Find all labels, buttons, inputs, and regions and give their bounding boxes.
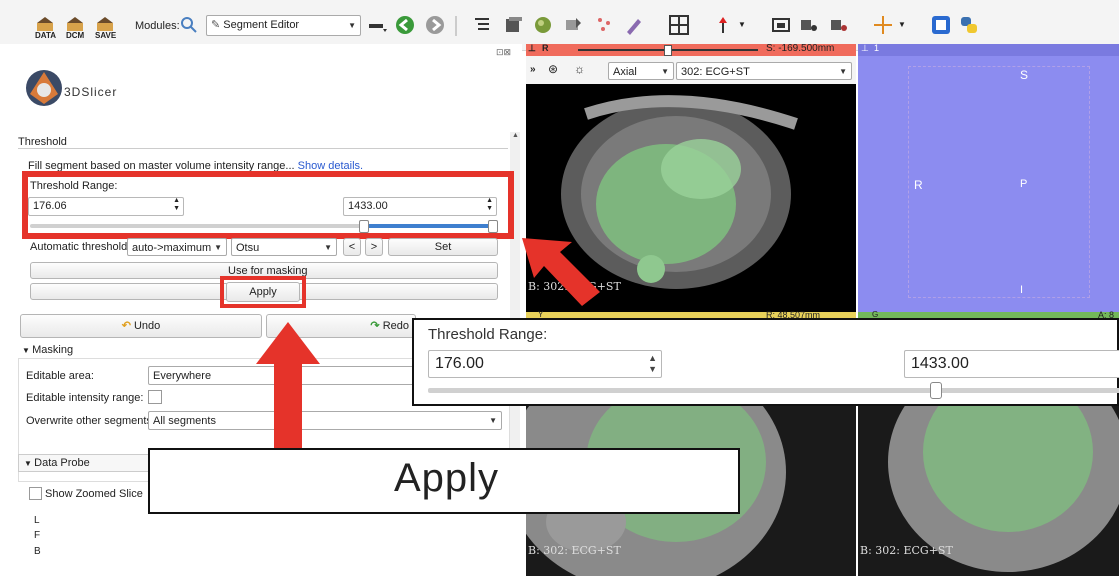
spinbox-arrows-icon[interactable]: ▲ ▼ (648, 353, 657, 375)
diagonal-arrow-icon (522, 238, 600, 306)
zoom-min-value: 176.00 (435, 355, 484, 372)
zoom-apply-label: Apply (394, 456, 500, 500)
zoom-min-input[interactable]: 176.00 ▲ ▼ (428, 350, 662, 378)
zoom-max-input[interactable]: 1433.00 (904, 350, 1119, 378)
up-arrow-icon (256, 322, 320, 448)
zoom-max-value: 1433.00 (911, 355, 969, 372)
apply-zoom-overlay: Apply (148, 448, 740, 514)
zoom-slider-track[interactable] (428, 388, 1119, 393)
threshold-zoom-overlay: Threshold Range: 176.00 ▲ ▼ 1433.00 (412, 318, 1119, 406)
zoom-threshold-label: Threshold Range: (428, 326, 548, 343)
zoom-slider-handle[interactable] (930, 382, 942, 399)
